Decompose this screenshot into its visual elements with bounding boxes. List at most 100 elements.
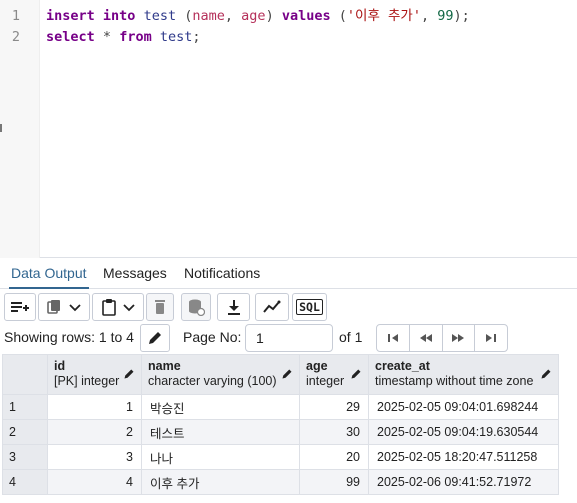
column-header-name[interactable]: name character varying (100) <box>141 354 300 395</box>
line-number-gutter: 1 2 <box>0 0 40 258</box>
cell-age[interactable]: 30 <box>299 419 369 445</box>
pencil-icon[interactable] <box>350 368 362 380</box>
table-identifier: test <box>159 29 193 45</box>
cell-name[interactable]: 박승진 <box>141 394 300 420</box>
graph-visualiser-button[interactable] <box>255 293 289 321</box>
code-line-2[interactable]: select * from test; <box>46 27 201 48</box>
graph-icon <box>263 300 281 313</box>
cell-create-at[interactable]: 2025-02-05 09:04:19.630544 <box>368 419 559 445</box>
cell-create-at[interactable]: 2025-02-05 09:04:01.698244 <box>368 394 559 420</box>
cell-id[interactable]: 4 <box>47 469 142 495</box>
column-name: create_at <box>375 359 430 373</box>
first-page-icon <box>387 334 398 342</box>
line-number: 1 <box>11 8 20 24</box>
cell-name[interactable]: 이후 추가 <box>141 469 300 495</box>
sql-editor[interactable]: 1 2 insert into test (name, age) values … <box>0 0 577 258</box>
pencil-icon[interactable] <box>123 368 135 380</box>
column-identifier: name <box>192 8 225 24</box>
tab-messages[interactable]: Messages <box>101 259 169 289</box>
download-icon <box>227 300 240 315</box>
rewind-icon <box>419 334 432 342</box>
delete-button[interactable] <box>146 293 174 321</box>
cell-create-at[interactable]: 2025-02-05 18:20:47.511258 <box>368 444 559 470</box>
delete-icon <box>155 300 165 314</box>
keyword: insert <box>46 8 95 24</box>
sql-icon: SQL <box>296 299 323 315</box>
punctuation: * <box>102 29 112 45</box>
previous-page-button[interactable] <box>410 325 443 351</box>
code-line-1[interactable]: insert into test (name, age) values ('이후… <box>46 6 470 27</box>
copy-button[interactable] <box>38 293 90 321</box>
table-row[interactable]: 4 4 이후 추가 99 2025-02-06 09:41:52.71972 <box>2 469 559 495</box>
row-number[interactable]: 3 <box>2 444 48 470</box>
pencil-icon <box>149 332 161 344</box>
pagination-bar: Showing rows: 1 to 4 Page No: of 1 <box>0 322 577 354</box>
grid-corner[interactable] <box>2 354 48 395</box>
punctuation: ) <box>265 8 274 24</box>
first-page-button[interactable] <box>377 325 410 351</box>
keyword: into <box>102 8 136 24</box>
edit-rows-button[interactable] <box>140 324 170 352</box>
next-page-button[interactable] <box>443 325 476 351</box>
cell-id[interactable]: 2 <box>47 419 142 445</box>
column-type: character varying (100) <box>148 374 277 388</box>
paste-icon <box>102 299 116 316</box>
table-identifier: test <box>143 8 177 24</box>
column-header-id[interactable]: id [PK] integer <box>47 354 142 395</box>
column-identifier: age <box>241 8 266 24</box>
page-no-label: Page No: <box>183 329 242 345</box>
copy-icon <box>47 300 60 314</box>
page-total-label: of 1 <box>339 329 363 345</box>
rows-showing-label: Showing rows: 1 to 4 <box>4 329 134 345</box>
sql-button[interactable]: SQL <box>292 293 327 321</box>
chevron-down-icon[interactable] <box>67 299 83 315</box>
cell-name[interactable]: 나나 <box>141 444 300 470</box>
cell-create-at[interactable]: 2025-02-06 09:41:52.71972 <box>368 469 559 495</box>
column-name: name <box>148 359 181 373</box>
splitter-handle[interactable] <box>0 124 2 132</box>
column-header-age[interactable]: age integer <box>299 354 369 395</box>
result-grid: id [PK] integer name character varying (… <box>2 354 559 495</box>
line-number: 2 <box>11 29 20 45</box>
last-page-button[interactable] <box>475 325 507 351</box>
pencil-icon[interactable] <box>540 368 552 380</box>
row-number[interactable]: 4 <box>2 469 48 495</box>
string-literal: '이후 추가' <box>346 8 421 24</box>
keyword: select <box>46 29 95 45</box>
chevron-down-icon[interactable] <box>121 299 137 315</box>
punctuation: ); <box>453 8 470 24</box>
table-row[interactable]: 3 3 나나 20 2025-02-05 18:20:47.511258 <box>2 444 559 470</box>
punctuation: ; <box>192 29 201 45</box>
data-toolbar: SQL <box>0 290 577 322</box>
punctuation: ( <box>338 8 347 24</box>
keyword: from <box>119 29 152 45</box>
save-data-button[interactable] <box>181 293 211 321</box>
cell-name[interactable]: 테스트 <box>141 419 300 445</box>
cell-age[interactable]: 29 <box>299 394 369 420</box>
add-row-icon <box>11 302 29 312</box>
page-number-input[interactable] <box>245 324 333 352</box>
cell-age[interactable]: 99 <box>299 469 369 495</box>
column-type: timestamp without time zone <box>375 374 534 388</box>
punctuation: , <box>224 8 234 24</box>
fast-forward-icon <box>452 334 465 342</box>
cell-id[interactable]: 1 <box>47 394 142 420</box>
table-row[interactable]: 1 1 박승진 29 2025-02-05 09:04:01.698244 <box>2 394 559 420</box>
tab-notifications[interactable]: Notifications <box>182 259 262 289</box>
column-header-create-at[interactable]: create_at timestamp without time zone <box>368 354 559 395</box>
last-page-icon <box>486 334 497 342</box>
row-number[interactable]: 1 <box>2 394 48 420</box>
pencil-icon[interactable] <box>281 368 293 380</box>
save-data-icon <box>189 299 205 316</box>
result-tabs: Data Output Messages Notifications <box>0 259 577 289</box>
tab-data-output[interactable]: Data Output <box>9 259 89 289</box>
row-number[interactable]: 2 <box>2 419 48 445</box>
punctuation: , <box>420 8 430 24</box>
number-literal: 99 <box>437 8 454 24</box>
cell-id[interactable]: 3 <box>47 444 142 470</box>
table-row[interactable]: 2 2 테스트 30 2025-02-05 09:04:19.630544 <box>2 419 559 445</box>
download-button[interactable] <box>217 293 250 321</box>
add-row-button[interactable] <box>4 293 36 321</box>
cell-age[interactable]: 20 <box>299 444 369 470</box>
paste-button[interactable] <box>92 293 144 321</box>
